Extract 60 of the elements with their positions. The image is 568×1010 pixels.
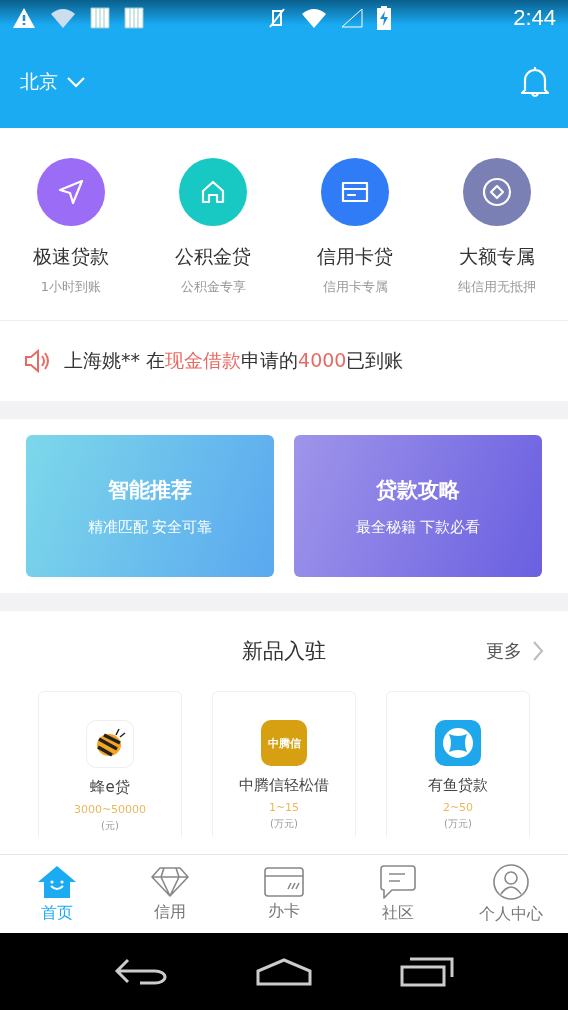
signal-icon: [340, 8, 363, 28]
chevron-down-icon[interactable]: [66, 76, 86, 88]
brand-logo: 中腾信: [261, 720, 307, 766]
wifi-unknown-icon: [50, 8, 76, 28]
amount-unit: (万元): [270, 817, 298, 831]
category-subtitle: 公积金专享: [180, 278, 246, 296]
banner-title: 贷款攻略: [376, 476, 460, 504]
person-icon: [493, 863, 530, 900]
card-icon: [341, 180, 369, 204]
category-subtitle: 1小时到账: [40, 278, 102, 296]
loan-range: 1~15: [268, 801, 300, 814]
product-name: 中腾信轻松借: [239, 776, 329, 795]
send-arrow-icon: [57, 178, 85, 206]
diamond-icon: [151, 865, 190, 898]
sim-card-icon: [124, 7, 144, 29]
section-title: 新品入驻: [242, 638, 326, 665]
category-label[interactable]: 极速贷款: [33, 244, 109, 270]
coin-icon: [481, 176, 513, 208]
more-link[interactable]: 更多: [486, 639, 522, 663]
category-subtitle: 信用卡专属: [322, 278, 388, 296]
nav-tab[interactable]: 社区: [340, 855, 455, 933]
battery-charging-icon: [376, 6, 391, 30]
bell-icon[interactable]: [520, 66, 550, 98]
bee-logo-icon: [86, 720, 134, 768]
amount-unit: (元): [101, 819, 119, 833]
smiling-house-icon: [36, 864, 77, 899]
nav-tab[interactable]: 信用: [113, 855, 228, 933]
banner-subtitle: 最全秘籍 下款必看: [355, 517, 481, 537]
house-icon: [199, 178, 227, 206]
sim-card-icon: [90, 7, 110, 29]
notice-text: 上海姚** 在现金借款申请的4000已到账: [64, 348, 404, 373]
product-name: 蜂e贷: [90, 778, 130, 797]
chevron-right-icon[interactable]: [532, 640, 544, 662]
warning-icon: [12, 7, 36, 29]
category-label[interactable]: 大额专属: [459, 244, 535, 270]
banner-title: 智能推荐: [108, 476, 192, 504]
home-icon[interactable]: [255, 956, 313, 987]
loan-range: 3000~50000: [73, 803, 147, 816]
clock-time: 2:44: [513, 5, 556, 31]
category-label[interactable]: 公积金贷: [175, 244, 251, 270]
recent-apps-icon[interactable]: [400, 956, 455, 987]
category-subtitle: 纯信用无抵押: [458, 278, 536, 296]
product-card[interactable]: 中腾信 中腾信轻松借 1~15 (万元): [212, 691, 356, 837]
nav-tab[interactable]: 办卡: [227, 855, 341, 933]
muted-vibrate-icon: [266, 7, 287, 29]
loan-range: 2~50: [442, 801, 474, 814]
chat-bubble-icon: [379, 864, 416, 899]
back-icon[interactable]: [113, 956, 168, 987]
amount-unit: (万元): [444, 817, 472, 831]
banner-subtitle: 精准匹配 安全可靠: [87, 517, 213, 537]
speaker-icon: [24, 349, 50, 373]
product-card[interactable]: 有鱼贷款 2~50 (万元): [386, 691, 530, 837]
four-point-star-logo-icon: [435, 720, 481, 766]
category-label[interactable]: 信用卡贷: [317, 244, 393, 270]
nav-tab[interactable]: 个人中心: [454, 855, 568, 933]
promo-banner[interactable]: 贷款攻略 最全秘籍 下款必看: [294, 435, 542, 577]
wifi-icon: [300, 8, 327, 28]
card-icon: [264, 866, 304, 897]
product-card[interactable]: 蜂e贷 3000~50000 (元): [38, 691, 182, 837]
product-name: 有鱼贷款: [428, 776, 488, 795]
